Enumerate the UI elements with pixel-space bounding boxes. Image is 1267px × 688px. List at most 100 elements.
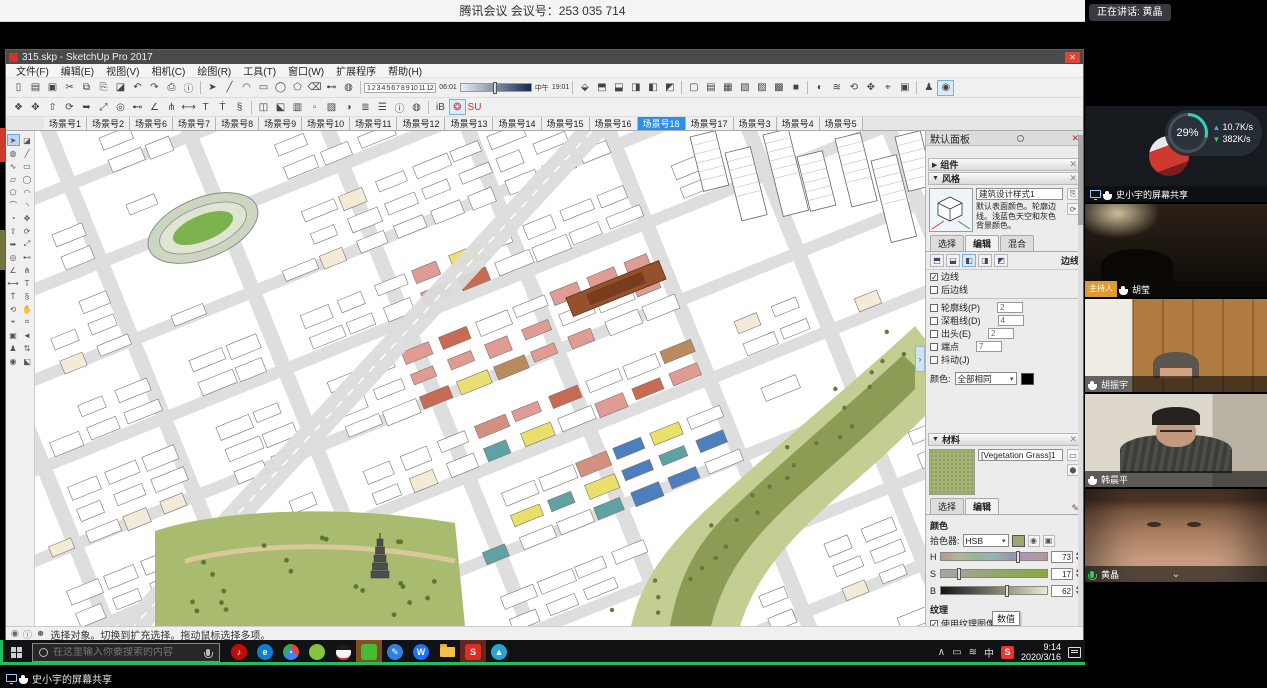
taskbar-app-wechat[interactable] xyxy=(356,640,382,664)
scene-tab-17[interactable]: 场景号4 xyxy=(777,117,820,130)
taskbar-app-chrome-browser[interactable] xyxy=(278,640,304,664)
wireframe-icon[interactable]: ▦ xyxy=(719,80,736,96)
cut-icon[interactable]: ✂ xyxy=(61,80,78,96)
scene-tab-1[interactable]: 场景号1 xyxy=(44,117,87,130)
print-icon[interactable]: ⎙ xyxy=(163,80,180,96)
3d-text-icon[interactable]: Ṫ xyxy=(214,99,231,115)
credits-status-icon[interactable]: ⓘ xyxy=(23,628,32,641)
monochrome-icon[interactable]: ■ xyxy=(787,80,804,96)
dimensions-icon[interactable]: ⟷ xyxy=(180,99,197,115)
use-texture-checkbox[interactable]: ✓ xyxy=(930,620,938,627)
section-cut-icon[interactable]: ⬕ xyxy=(272,99,289,115)
left-view-icon[interactable]: ◩ xyxy=(661,80,678,96)
hide-rest-icon[interactable]: ▫ xyxy=(306,99,323,115)
position-camera-icon[interactable]: ♟ xyxy=(920,80,937,96)
checkbox[interactable] xyxy=(930,330,938,338)
protractor-icon[interactable]: ∠ xyxy=(146,99,163,115)
menu-7[interactable]: 扩展程序 xyxy=(330,63,382,78)
axes-tool-icon[interactable]: ⋔ xyxy=(21,264,34,276)
participant-tile-韩晨平[interactable]: 韩晨平 xyxy=(1085,394,1267,487)
walk-tool-icon[interactable]: ⇅ xyxy=(21,342,34,354)
text-tool-icon[interactable]: T xyxy=(21,277,34,289)
scene-tab-4[interactable]: 场景号7 xyxy=(173,117,216,130)
ime-chinese-icon[interactable]: 中 xyxy=(984,645,994,660)
look-around-tool-icon[interactable]: ◉ xyxy=(7,355,20,367)
material-thumbnail[interactable] xyxy=(929,449,975,495)
offset-icon[interactable]: ◎ xyxy=(112,99,129,115)
value-field[interactable]: 2 xyxy=(997,302,1023,313)
pan-icon[interactable]: ✥ xyxy=(862,80,879,96)
freehand-tool-icon[interactable]: ∿ xyxy=(7,160,20,172)
entity-info-icon[interactable]: ⓘ xyxy=(391,99,408,115)
material-name-field[interactable]: [Vegetation Grass]1 xyxy=(978,449,1063,461)
rotate-icon[interactable]: ⟳ xyxy=(61,99,78,115)
action-center-icon[interactable] xyxy=(1068,647,1081,658)
paint-bucket-tool-icon[interactable]: ◍ xyxy=(7,147,20,159)
save-icon[interactable]: ▣ xyxy=(44,80,61,96)
erase-icon[interactable]: ◪ xyxy=(112,80,129,96)
scene-tab-3[interactable]: 场景号6 xyxy=(130,117,173,130)
extension-cube-icon[interactable]: ◨ xyxy=(978,254,992,267)
scene-tab-13[interactable]: 场景号16 xyxy=(590,117,638,130)
screen-share-tile[interactable]: 29% ▲10.7K/s ▼382K/s 史小宇的屏幕共享 xyxy=(1085,106,1267,202)
menu-3[interactable]: 相机(C) xyxy=(145,63,191,78)
hidden-line-icon[interactable]: ▧ xyxy=(736,80,753,96)
section-display-icon[interactable]: ◫ xyxy=(255,99,272,115)
open-icon[interactable]: ▤ xyxy=(27,80,44,96)
scene-tab-9[interactable]: 场景号12 xyxy=(397,117,445,130)
scale-icon[interactable]: ⤢ xyxy=(95,99,112,115)
taskbar-app-file-explorer[interactable] xyxy=(434,640,460,664)
scene-tab-10[interactable]: 场景号13 xyxy=(445,117,493,130)
color-picker-select[interactable]: HSB▾ xyxy=(963,534,1009,547)
new-file-icon[interactable]: ▯ xyxy=(10,80,27,96)
shadow-dialog-icon[interactable]: ◑ xyxy=(340,99,357,115)
section-close-icon[interactable]: ✕ xyxy=(1069,173,1077,184)
right-view-icon[interactable]: ◨ xyxy=(627,80,644,96)
scene-tab-18[interactable]: 场景号5 xyxy=(820,117,863,130)
redo-icon[interactable]: ↷ xyxy=(146,80,163,96)
shaded-icon[interactable]: ▨ xyxy=(753,80,770,96)
section-fill-tool-icon[interactable]: ⬕ xyxy=(21,355,34,367)
style-tab-2[interactable]: 混合 xyxy=(1000,235,1034,251)
value-field[interactable]: 4 xyxy=(998,315,1024,326)
style-name-field[interactable]: 建筑设计样式1 xyxy=(976,188,1063,200)
layers-icon[interactable]: ≣ xyxy=(357,99,374,115)
circle-icon[interactable]: ◯ xyxy=(272,80,289,96)
taskbar-app-photo-viewer[interactable]: ▲ xyxy=(486,640,512,664)
edge-color-mode-select[interactable]: 全部相同▾ xyxy=(955,372,1017,385)
profiles-cube-icon[interactable]: ⬓ xyxy=(946,254,960,267)
pan-tool-icon[interactable]: ✋ xyxy=(21,303,34,315)
circle-tool-icon[interactable]: ◯ xyxy=(21,173,34,185)
previous-view-tool-icon[interactable]: ◄ xyxy=(21,329,34,341)
section-plane-icon[interactable]: § xyxy=(231,99,248,115)
panel-scrollbar[interactable] xyxy=(1078,131,1083,626)
follow-me-icon[interactable]: ➥ xyxy=(78,99,95,115)
arc-tool-icon[interactable]: ◠ xyxy=(21,186,34,198)
h-value-field[interactable]: 73 xyxy=(1051,551,1073,563)
style-thumbnail[interactable] xyxy=(929,188,973,232)
rectangle-tool-icon[interactable]: ▭ xyxy=(21,160,34,172)
taskbar-clock[interactable]: 9:142020/3/16 xyxy=(1021,642,1061,662)
layout-icon[interactable]: iB xyxy=(432,99,449,115)
line-tool-icon[interactable]: ╱ xyxy=(21,147,34,159)
match-screen-color-icon[interactable]: ▣ xyxy=(1043,535,1055,547)
window-close-button[interactable]: ✕ xyxy=(1065,52,1080,63)
orbit-icon[interactable]: ⟲ xyxy=(845,80,862,96)
scene-tab-16[interactable]: 场景号3 xyxy=(734,117,777,130)
pin-icon[interactable] xyxy=(1017,135,1024,142)
protractor-tool-icon[interactable]: ∠ xyxy=(7,264,20,276)
tray-expand-icon[interactable]: ∧ xyxy=(938,647,945,658)
menu-8[interactable]: 帮助(H) xyxy=(382,63,428,78)
material-tab-1[interactable]: 编辑 xyxy=(965,498,999,514)
photo-match-icon[interactable]: ▧ xyxy=(323,99,340,115)
checkbox[interactable]: ✓ xyxy=(930,273,938,281)
style-tab-1[interactable]: 编辑 xyxy=(965,235,999,251)
scale-tool-icon[interactable]: ⤢ xyxy=(21,238,34,250)
section-close-icon[interactable]: ✕ xyxy=(1069,159,1077,170)
scene-tab-11[interactable]: 场景号14 xyxy=(493,117,541,130)
rotated-rectangle-tool-icon[interactable]: ▱ xyxy=(7,173,20,185)
extension-plugin-icon[interactable]: ❂ xyxy=(449,99,466,115)
zoom-tool-icon[interactable]: ⌖ xyxy=(7,316,20,328)
scene-tab-2[interactable]: 场景号2 xyxy=(87,117,130,130)
scene-tab-12[interactable]: 场景号15 xyxy=(542,117,590,130)
